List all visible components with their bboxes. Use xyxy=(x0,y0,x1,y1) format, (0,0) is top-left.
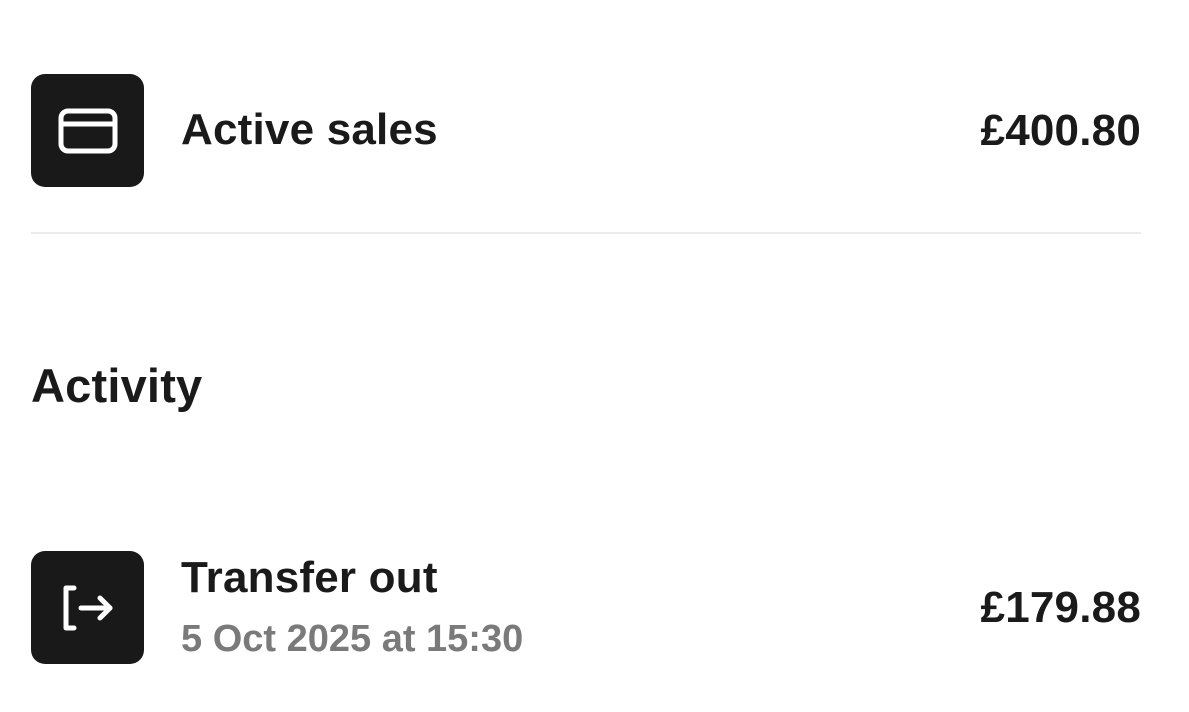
divider xyxy=(31,232,1141,234)
active-sales-label: Active sales xyxy=(181,105,438,155)
activity-item-amount: £179.88 xyxy=(980,582,1141,632)
active-sales-amount: £400.80 xyxy=(980,105,1141,155)
activity-item[interactable]: Transfer out 5 Oct 2025 at 15:30 £179.88 xyxy=(31,551,1141,664)
active-sales-row[interactable]: Active sales £400.80 xyxy=(31,74,1141,187)
activity-heading: Activity xyxy=(31,359,203,412)
activity-item-title: Transfer out xyxy=(181,553,438,603)
transfer-out-icon xyxy=(31,551,144,664)
activity-item-timestamp: 5 Oct 2025 at 15:30 xyxy=(181,617,524,660)
card-icon xyxy=(31,74,144,187)
